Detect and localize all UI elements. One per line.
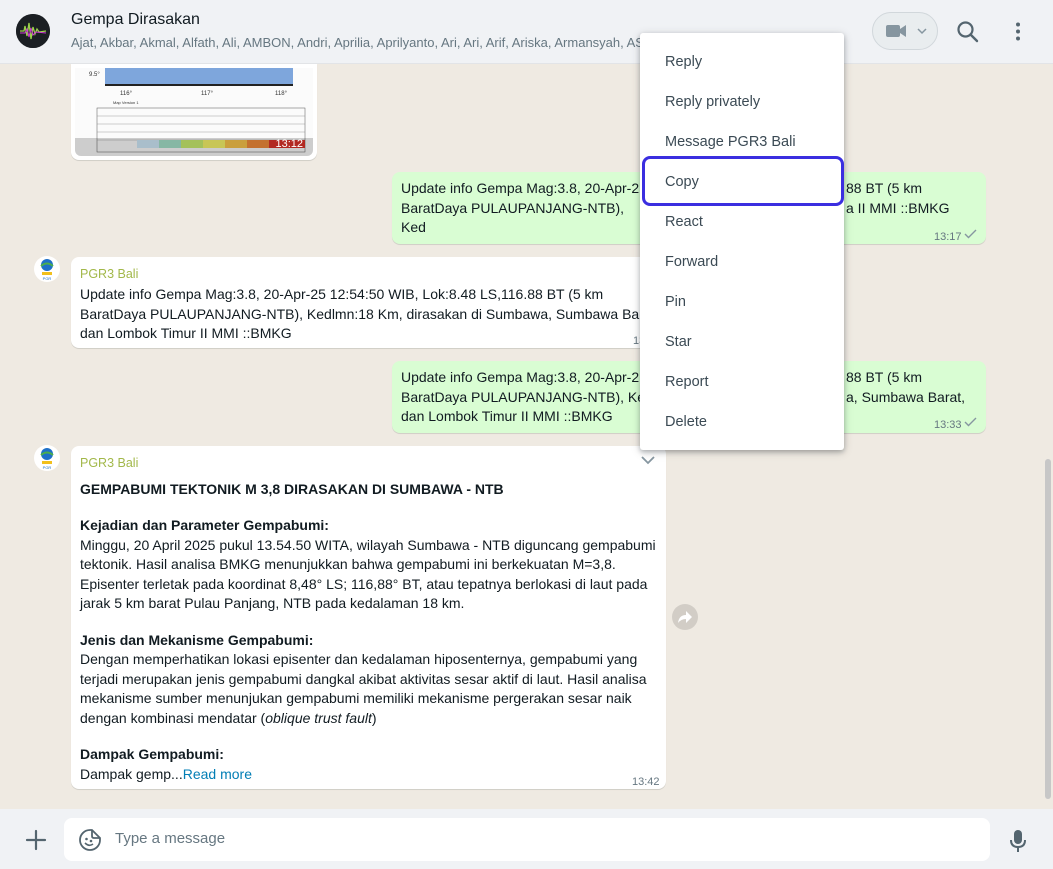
menu-item-star[interactable]: Star	[640, 322, 844, 362]
chevron-down-icon[interactable]	[640, 454, 656, 466]
forward-button[interactable]	[672, 604, 698, 630]
menu-item-report[interactable]: Report	[640, 362, 844, 402]
read-more-link[interactable]: Read more	[183, 766, 252, 782]
video-call-button[interactable]	[872, 12, 938, 50]
message-body: Kejadian dan Parameter Gempabumi: Minggu…	[80, 516, 660, 784]
message-timestamp: 13:42	[632, 776, 660, 788]
section-heading: Kejadian dan Parameter Gempabumi:	[80, 517, 329, 533]
menu-item-pin[interactable]: Pin	[640, 282, 844, 322]
sender-avatar[interactable]: PGR	[34, 445, 60, 471]
svg-text:117°: 117°	[201, 91, 214, 97]
incoming-message[interactable]: PGR3 Bali GEMPABUMI TEKTONIK M 3,8 DIRAS…	[71, 446, 666, 789]
svg-text:9.5°: 9.5°	[89, 72, 100, 78]
message-composer: Type a message	[0, 809, 1053, 869]
message-text: Update info Gempa Mag:3.8, 20-Apr-2 Bara…	[401, 369, 653, 424]
scrollbar-thumb[interactable]	[1045, 459, 1051, 799]
double-check-icon	[964, 417, 977, 427]
earthquake-map-image[interactable]: 9.5° 116° 117° 118° Map Version 1 13:12	[75, 68, 313, 156]
forward-icon	[678, 611, 692, 623]
message-title: GEMPABUMI TEKTONIK M 3,8 DIRASAKAN DI SU…	[80, 481, 504, 497]
message-text: Update info Gempa Mag:3.8, 20-Apr-2 Bara…	[401, 180, 640, 235]
section-heading: Dampak Gempabumi:	[80, 746, 224, 762]
incoming-message[interactable]: PGR3 Bali Update info Gempa Mag:3.8, 20-…	[71, 257, 666, 348]
message-timestamp: 13:17	[934, 231, 962, 243]
menu-item-react[interactable]: React	[640, 202, 844, 242]
chat-header: Gempa Dirasakan Ajat, Akbar, Akmal, Alfa…	[0, 0, 1053, 64]
sender-avatar[interactable]: PGR	[34, 256, 60, 282]
double-check-icon	[964, 229, 977, 239]
group-members-list[interactable]: Ajat, Akbar, Akmal, Alfath, Ali, AMBON, …	[71, 35, 641, 50]
sender-name[interactable]: PGR3 Bali	[80, 454, 138, 474]
menu-item-delete[interactable]: Delete	[640, 402, 844, 442]
svg-text:PGR: PGR	[43, 276, 52, 281]
svg-text:PGR: PGR	[43, 465, 52, 470]
svg-text:116°: 116°	[120, 91, 133, 97]
message-timestamp: 13:33	[934, 419, 962, 431]
message-text-tail: 88 BT (5 km a II MMI ::BMKG	[846, 180, 950, 216]
menu-icon[interactable]	[1006, 20, 1030, 44]
message-text-tail: 88 BT (5 km a, Sumbawa Barat,	[846, 369, 966, 405]
mic-icon[interactable]	[1008, 828, 1028, 854]
copy-highlight-box	[642, 156, 844, 206]
group-avatar-icon[interactable]	[16, 14, 50, 48]
svg-text:Map Version 1: Map Version 1	[113, 100, 139, 105]
message-input-placeholder: Type a message	[115, 830, 226, 847]
menu-item-forward[interactable]: Forward	[640, 242, 844, 282]
image-timestamp: 13:12	[275, 138, 303, 150]
menu-item-reply[interactable]: Reply	[640, 42, 844, 82]
plus-icon[interactable]	[24, 828, 48, 852]
sticker-icon[interactable]	[78, 828, 102, 852]
message-context-menu: Reply Reply privately Message PGR3 Bali …	[640, 33, 844, 450]
chat-area[interactable]: 9.5° 116° 117° 118° Map Version 1 13:12 …	[0, 64, 1053, 809]
message-text: Update info Gempa Mag:3.8, 20-Apr-25 12:…	[80, 286, 660, 341]
svg-text:118°: 118°	[275, 91, 288, 97]
video-call-icon	[886, 25, 906, 37]
chat-scrollbar[interactable]	[1045, 64, 1051, 804]
chevron-down-icon	[917, 28, 927, 35]
sender-name[interactable]: PGR3 Bali	[80, 265, 138, 285]
search-icon[interactable]	[955, 19, 981, 45]
image-message[interactable]: 9.5° 116° 117° 118° Map Version 1 13:12	[71, 64, 317, 160]
section-heading: Jenis dan Mekanisme Gempabumi:	[80, 631, 314, 648]
group-title[interactable]: Gempa Dirasakan	[71, 11, 200, 29]
menu-item-reply-privately[interactable]: Reply privately	[640, 82, 844, 122]
message-input[interactable]: Type a message	[64, 818, 990, 861]
